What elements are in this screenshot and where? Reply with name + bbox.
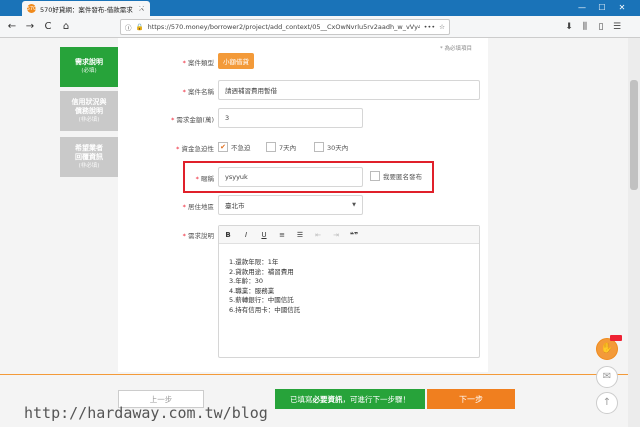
checkbox-icon bbox=[314, 142, 324, 152]
url-text: https://570.money/borrower2/project/add_… bbox=[147, 23, 420, 31]
address-bar[interactable]: ⓘ 🔒 https://570.money/borrower2/project/… bbox=[120, 19, 450, 35]
description-label: * 需求說明 bbox=[182, 232, 214, 240]
page-background bbox=[0, 38, 60, 427]
description-line: 5.薪轉銀行：中國信託 bbox=[229, 296, 294, 304]
browser-tab[interactable]: 570 570好貸網：案件發布-借款需求 × bbox=[22, 1, 150, 16]
outdent-icon[interactable]: ⇤ bbox=[313, 231, 323, 239]
case-name-label: * 案件名稱 bbox=[182, 88, 214, 96]
italic-icon[interactable]: I bbox=[241, 231, 251, 239]
promo-hand-icon[interactable]: ✋ bbox=[596, 338, 618, 360]
maximize-icon[interactable]: ☐ bbox=[592, 0, 612, 16]
urgency-option-30-days[interactable]: 30天內 bbox=[314, 141, 348, 153]
case-name-input[interactable]: 請週補習費用暫借 bbox=[218, 80, 480, 100]
underline-icon[interactable]: U bbox=[259, 231, 269, 239]
anonymous-checkbox[interactable]: 我要匿名發布 bbox=[370, 170, 422, 182]
checkbox-icon bbox=[370, 171, 380, 181]
editor-toolbar: B I U ≡ ☰ ⇤ ⇥ ❝❞ bbox=[219, 226, 479, 244]
location-label: * 居住地區 bbox=[182, 203, 214, 211]
menu-icon[interactable]: ☰ bbox=[610, 19, 624, 35]
dropdown-arrow-icon: ▼ bbox=[352, 202, 356, 208]
step-title: 信用狀況與 償務說明 bbox=[71, 97, 107, 115]
quote-icon[interactable]: ❝❞ bbox=[349, 231, 359, 239]
case-type-button[interactable]: 小額借貸 bbox=[218, 53, 254, 69]
lock-icon: 🔒 bbox=[135, 23, 144, 31]
checkbox-icon bbox=[266, 142, 276, 152]
step-requirement[interactable]: 需求說明 (必填) bbox=[60, 47, 118, 87]
description-line: 4.職業：服務業 bbox=[229, 286, 275, 295]
reload-button[interactable]: C bbox=[40, 19, 56, 35]
sidebar-icon[interactable]: ▯ bbox=[594, 19, 608, 35]
ordered-list-icon[interactable]: ≡ bbox=[277, 231, 287, 239]
bold-icon[interactable]: B bbox=[223, 231, 233, 239]
urgency-option-not-urgent[interactable]: ✔ 不急迫 bbox=[218, 141, 251, 153]
step-subtitle: (非必填) bbox=[78, 116, 100, 123]
bullet-list-icon[interactable]: ☰ bbox=[295, 231, 305, 239]
window-close-icon[interactable]: ✕ bbox=[612, 0, 632, 16]
new-tab-button[interactable]: + bbox=[134, 1, 148, 15]
scrollbar-thumb[interactable] bbox=[630, 80, 638, 190]
case-type-label: * 案件類型 bbox=[182, 59, 214, 67]
step-title: 需求說明 bbox=[75, 58, 103, 66]
location-select[interactable]: 臺北市 ▼ bbox=[218, 195, 363, 215]
required-note: * 為必填項目 bbox=[440, 46, 472, 52]
step-subtitle: (非必填) bbox=[78, 162, 100, 169]
description-line: 1.還款年限：1年 bbox=[229, 258, 279, 266]
promo-badge bbox=[610, 335, 622, 341]
amount-input[interactable]: 3 bbox=[218, 108, 363, 128]
footer-divider bbox=[0, 374, 640, 375]
nickname-label: * 暱稱 bbox=[195, 175, 214, 183]
site-favicon-icon: 570 bbox=[26, 4, 37, 13]
minimize-icon[interactable]: — bbox=[572, 0, 592, 16]
urgency-option-7-days[interactable]: 7天內 bbox=[266, 141, 296, 153]
description-line: 3.年齡：30 bbox=[229, 277, 263, 285]
description-editor[interactable]: B I U ≡ ☰ ⇤ ⇥ ❝❞ 1.還款年限：1年 2.貸款用途：補習費用 3… bbox=[218, 225, 480, 358]
step-title: 希望業者 回覆資訊 bbox=[75, 143, 103, 161]
urgency-label: * 資金急迫性 bbox=[176, 145, 214, 153]
more-icon[interactable]: ••• bbox=[424, 23, 436, 31]
bookmark-star-icon[interactable]: ☆ bbox=[439, 23, 445, 31]
description-text: 1.還款年限：1年 2.貸款用途：補習費用 3.年齡：30 4.職業：服務業 5… bbox=[229, 258, 300, 315]
forward-button[interactable]: → bbox=[22, 19, 38, 35]
download-icon[interactable]: ⬇ bbox=[562, 19, 576, 35]
back-button[interactable]: ← bbox=[4, 19, 20, 35]
library-icon[interactable]: ⫼ bbox=[578, 19, 592, 35]
description-line: 2.貸款用途：補習費用 bbox=[229, 267, 294, 276]
amount-label: * 需求金額(萬) bbox=[171, 116, 214, 124]
nickname-input[interactable]: ysyyuk bbox=[218, 167, 363, 187]
home-button[interactable]: ⌂ bbox=[58, 19, 74, 35]
indent-icon[interactable]: ⇥ bbox=[331, 231, 341, 239]
step-subtitle: (必填) bbox=[81, 68, 97, 74]
tab-title: 570好貸網：案件發布-借款需求 bbox=[40, 5, 133, 14]
message-icon[interactable]: ✉ bbox=[596, 366, 618, 388]
back-to-top-icon[interactable]: ↑ bbox=[596, 392, 618, 414]
step-reply-info[interactable]: 希望業者 回覆資訊 (非必填) bbox=[60, 137, 118, 177]
completion-tip: 已填寫 必要資訊 ，可進行下一步驟！ bbox=[275, 389, 425, 409]
blog-watermark: http://hardaway.com.tw/blog bbox=[24, 404, 268, 422]
checkmark-icon: ✔ bbox=[218, 142, 228, 152]
info-icon[interactable]: ⓘ bbox=[125, 22, 132, 32]
step-credit[interactable]: 信用狀況與 償務說明 (非必填) bbox=[60, 91, 118, 131]
next-step-button[interactable]: 下一步 bbox=[427, 389, 515, 409]
description-line: 6.持有信用卡：中國信託 bbox=[229, 305, 301, 314]
